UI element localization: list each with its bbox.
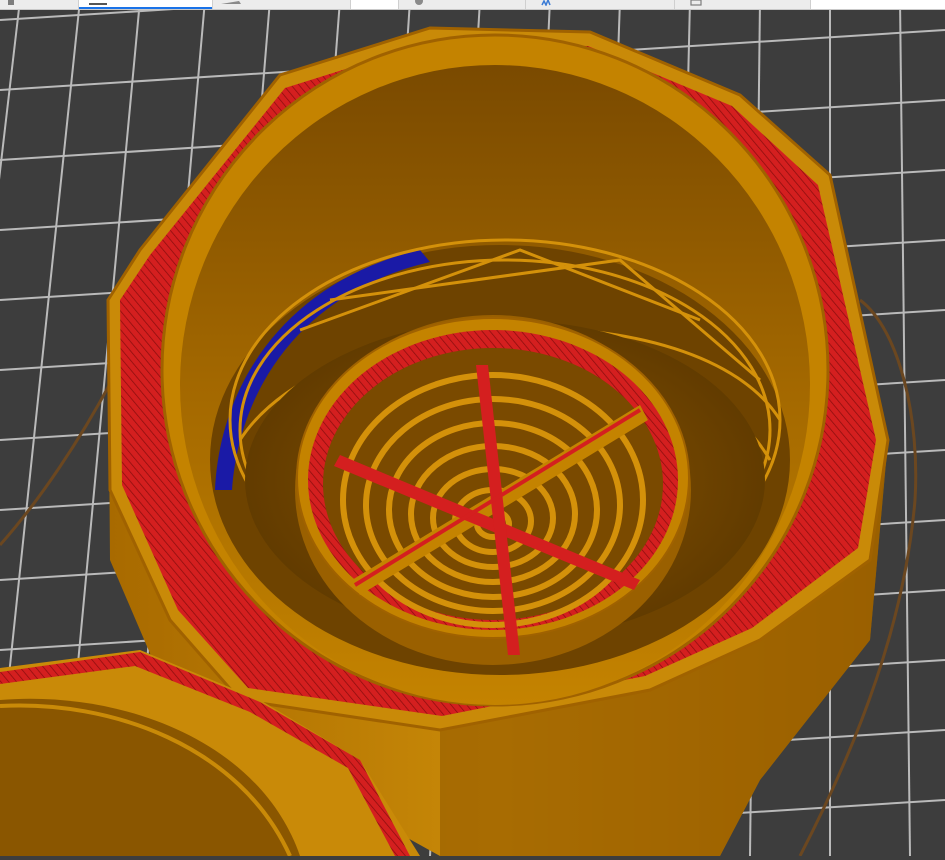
device-icon xyxy=(690,0,702,6)
tab-blank[interactable] xyxy=(351,0,399,9)
tab-prepare[interactable] xyxy=(0,0,79,9)
top-toolbar xyxy=(0,0,945,10)
tab-device[interactable] xyxy=(675,0,811,9)
tab-graph[interactable] xyxy=(526,0,675,9)
settings-icon xyxy=(415,0,423,5)
tab-settings[interactable] xyxy=(399,0,526,9)
graph-icon xyxy=(541,0,551,6)
tab-layers[interactable] xyxy=(213,0,351,9)
tab-preview[interactable] xyxy=(79,0,213,9)
prepare-icon xyxy=(8,0,14,5)
inner-filter-cup[interactable] xyxy=(295,315,691,665)
3d-preview-viewport[interactable] xyxy=(0,0,945,860)
toolbar-filler xyxy=(811,0,945,9)
layers-icon xyxy=(221,1,241,4)
preview-icon xyxy=(89,3,107,5)
